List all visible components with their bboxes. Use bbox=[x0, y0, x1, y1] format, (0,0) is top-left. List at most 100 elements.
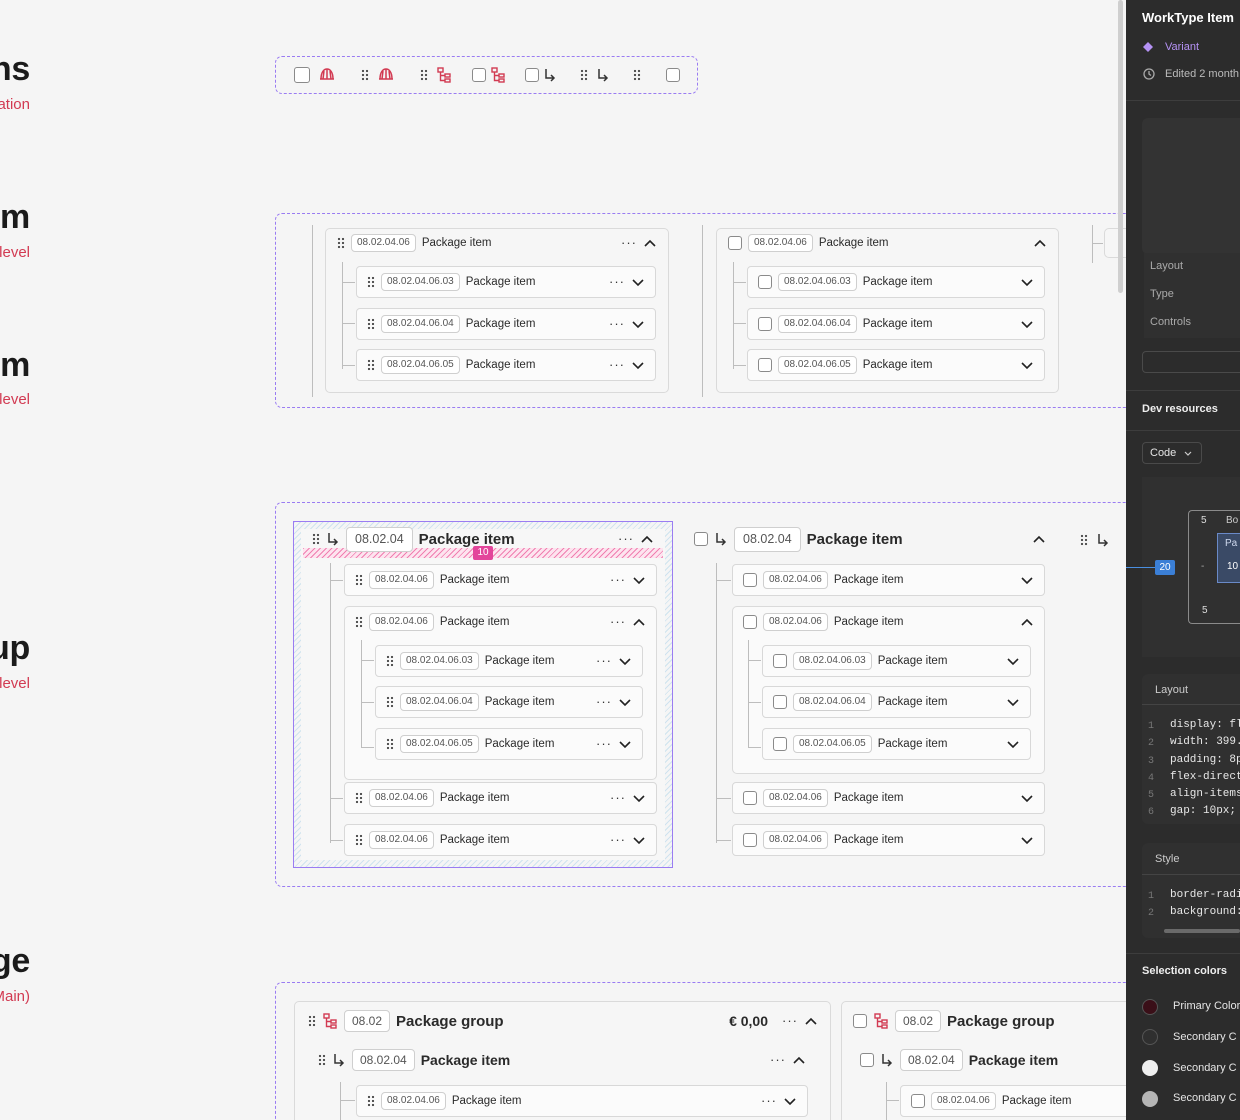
more-icon[interactable]: ··· bbox=[761, 1094, 777, 1107]
drag-handle-icon[interactable] bbox=[386, 655, 394, 667]
list-item[interactable]: 08.02.04.06 Package item bbox=[732, 782, 1045, 814]
chevron-down-icon[interactable] bbox=[631, 358, 645, 372]
more-icon[interactable]: ··· bbox=[609, 317, 625, 330]
more-icon[interactable]: ··· bbox=[610, 791, 626, 804]
subitem-header[interactable]: 08.02.04.06 Package item ··· bbox=[327, 229, 667, 257]
chevron-down-icon[interactable] bbox=[1020, 573, 1034, 587]
chevron-down-icon[interactable] bbox=[632, 573, 646, 587]
list-item[interactable]: 08.02.04.06 Package item bbox=[732, 564, 1045, 596]
list-item[interactable]: 08.02.04.06 Package item ··· bbox=[344, 564, 657, 596]
chevron-up-icon[interactable] bbox=[792, 1053, 806, 1067]
chevron-up-icon[interactable] bbox=[632, 615, 646, 629]
more-icon[interactable]: ··· bbox=[610, 615, 626, 628]
selection-color-name[interactable]: Primary Color bbox=[1173, 1000, 1240, 1012]
more-icon[interactable]: ··· bbox=[609, 358, 625, 371]
package-group-header[interactable]: 08.02 Package group € 0,00 ··· bbox=[298, 1006, 828, 1036]
drag-handle-icon[interactable] bbox=[367, 276, 375, 288]
helmet-icon[interactable] bbox=[377, 66, 395, 82]
list-item[interactable]: 08.02.04.06.03 Package item bbox=[747, 266, 1045, 298]
selection-color-name[interactable]: Secondary C bbox=[1173, 1092, 1237, 1104]
drag-handle-icon[interactable] bbox=[367, 1095, 375, 1107]
list-item[interactable]: 08.02.04.06 Package item ··· bbox=[356, 1085, 808, 1117]
drag-handle-icon[interactable] bbox=[386, 696, 394, 708]
package-item-header[interactable]: 08.02.04 Package item bbox=[684, 526, 1056, 552]
color-swatch[interactable] bbox=[1142, 1029, 1158, 1045]
list-item[interactable]: 08.02.04.06 Package item bbox=[900, 1085, 1126, 1117]
checkbox-icon[interactable] bbox=[758, 358, 772, 372]
list-item[interactable]: 08.02.04.06 Package item ··· bbox=[344, 782, 657, 814]
hierarchy-icon[interactable] bbox=[436, 66, 452, 84]
drag-handle-icon[interactable] bbox=[361, 69, 369, 81]
control-icons-frame[interactable] bbox=[275, 56, 698, 94]
hierarchy-icon[interactable] bbox=[490, 66, 506, 84]
more-icon[interactable]: ··· bbox=[610, 833, 626, 846]
chevron-down-icon[interactable] bbox=[1020, 791, 1034, 805]
checkbox-icon[interactable] bbox=[743, 573, 757, 587]
drag-handle-icon[interactable] bbox=[355, 574, 363, 586]
chevron-up-icon[interactable] bbox=[1033, 236, 1047, 250]
drag-handle-icon[interactable] bbox=[580, 69, 588, 81]
drag-handle-icon[interactable] bbox=[308, 1015, 316, 1027]
checkbox-icon[interactable] bbox=[472, 68, 486, 82]
prop-type[interactable]: Type bbox=[1150, 288, 1174, 300]
drag-handle-icon[interactable] bbox=[312, 533, 320, 545]
chevron-down-icon[interactable] bbox=[1006, 654, 1020, 668]
more-icon[interactable]: ··· bbox=[621, 236, 637, 249]
chevron-up-icon[interactable] bbox=[1032, 532, 1046, 546]
more-icon[interactable]: ··· bbox=[596, 737, 612, 750]
checkbox-icon[interactable] bbox=[294, 67, 310, 83]
list-item[interactable]: 08.02.04.06.03 Package item ··· bbox=[375, 645, 643, 677]
subdirectory-arrow-icon[interactable] bbox=[596, 67, 610, 83]
more-icon[interactable]: ··· bbox=[596, 654, 612, 667]
drag-handle-icon[interactable] bbox=[420, 69, 428, 81]
checkbox-icon[interactable] bbox=[758, 275, 772, 289]
selection-color-name[interactable]: Secondary C bbox=[1173, 1062, 1237, 1074]
chevron-down-icon[interactable] bbox=[632, 833, 646, 847]
chevron-up-icon[interactable] bbox=[643, 236, 657, 250]
list-item[interactable]: 08.02.04.06.03 Package item bbox=[762, 645, 1031, 677]
list-item[interactable]: 08.02.04.06.04 Package item bbox=[747, 308, 1045, 340]
checkbox-icon[interactable] bbox=[773, 654, 787, 668]
chevron-down-icon[interactable] bbox=[631, 275, 645, 289]
checkbox-icon[interactable] bbox=[758, 317, 772, 331]
subdirectory-arrow-icon[interactable] bbox=[543, 67, 557, 83]
drag-handle-icon[interactable] bbox=[355, 792, 363, 804]
drag-handle-icon[interactable] bbox=[1080, 534, 1088, 546]
checkbox-icon[interactable] bbox=[743, 615, 757, 629]
chevron-down-icon[interactable] bbox=[1020, 275, 1034, 289]
checkbox-icon[interactable] bbox=[860, 1053, 874, 1067]
checkbox-icon[interactable] bbox=[525, 68, 539, 82]
list-item[interactable]: 08.02.04.06.03 Package item ··· bbox=[356, 266, 656, 298]
color-swatch[interactable] bbox=[1142, 1060, 1158, 1076]
list-item[interactable]: 08.02.04.06.05 Package item ··· bbox=[356, 349, 656, 381]
list-item[interactable]: 08.02.04.06.05 Package item bbox=[762, 728, 1031, 760]
color-swatch[interactable] bbox=[1142, 1091, 1158, 1107]
chevron-up-icon[interactable] bbox=[804, 1014, 818, 1028]
package-item-header[interactable]: 08.02.04 Package item ··· bbox=[302, 526, 664, 552]
checkbox-icon[interactable] bbox=[728, 236, 742, 250]
drag-handle-icon[interactable] bbox=[386, 738, 394, 750]
package-group-header[interactable]: 08.02 Package group bbox=[843, 1006, 1126, 1036]
chevron-down-icon[interactable] bbox=[1020, 317, 1034, 331]
checkbox-icon[interactable] bbox=[853, 1014, 867, 1028]
checkbox-icon[interactable] bbox=[743, 833, 757, 847]
subitem-header[interactable]: 08.02.04.06 Package item ··· bbox=[345, 607, 656, 637]
checkbox-icon[interactable] bbox=[666, 68, 680, 82]
list-item[interactable]: 08.02.04.06.04 Package item ··· bbox=[375, 686, 643, 718]
checkbox-icon[interactable] bbox=[743, 791, 757, 805]
chevron-down-icon[interactable] bbox=[618, 737, 632, 751]
canvas-scrollbar[interactable] bbox=[1118, 0, 1123, 293]
list-item[interactable]: 08.02.04.06.04 Package item bbox=[762, 686, 1031, 718]
chevron-down-icon[interactable] bbox=[1006, 737, 1020, 751]
list-item[interactable]: 08.02.04.06.05 Package item bbox=[747, 349, 1045, 381]
checkbox-icon[interactable] bbox=[773, 695, 787, 709]
property-input[interactable] bbox=[1142, 351, 1240, 373]
chevron-up-icon[interactable] bbox=[640, 532, 654, 546]
checkbox-icon[interactable] bbox=[911, 1094, 925, 1108]
variant-label[interactable]: Variant bbox=[1165, 41, 1199, 53]
chevron-down-icon[interactable] bbox=[1020, 358, 1034, 372]
drag-handle-icon[interactable] bbox=[633, 69, 641, 81]
checkbox-icon[interactable] bbox=[773, 737, 787, 751]
chevron-down-icon[interactable] bbox=[618, 695, 632, 709]
code-dropdown[interactable]: Code bbox=[1142, 442, 1202, 464]
